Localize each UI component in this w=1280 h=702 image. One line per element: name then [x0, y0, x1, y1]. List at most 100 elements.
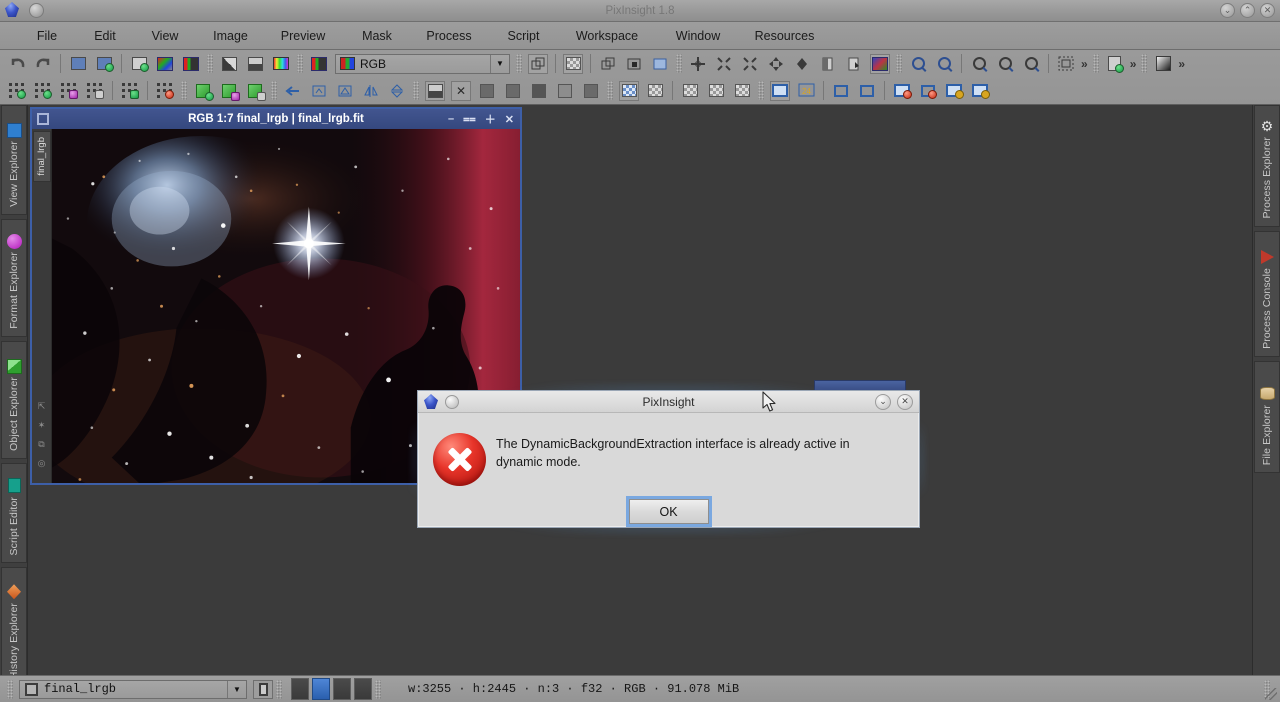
menu-resources[interactable]: Resources: [742, 26, 827, 46]
toolbar-grip[interactable]: [758, 81, 764, 100]
pan-tool-icon[interactable]: [792, 54, 812, 74]
swatch-1[interactable]: [477, 81, 497, 101]
window-radioactive-icon[interactable]: [944, 81, 964, 101]
new-document-icon[interactable]: [1105, 54, 1125, 74]
preview-tab-final-lrgb[interactable]: final_lrgb: [32, 131, 51, 182]
chevron-down-icon[interactable]: ▼: [490, 54, 509, 73]
target-circle-icon[interactable]: ◎: [38, 458, 46, 469]
new-preview-icon[interactable]: [129, 54, 149, 74]
toolbar-grip[interactable]: [271, 81, 277, 100]
menu-workspace[interactable]: Workspace: [562, 26, 652, 46]
alpha-3-icon[interactable]: [732, 81, 752, 101]
preview-delete-icon[interactable]: ✕: [451, 80, 471, 101]
sidebar-item-script-editor[interactable]: Script Editor: [1, 463, 27, 563]
rename-view-icon[interactable]: [68, 54, 88, 74]
zoom-fit-icon[interactable]: [714, 54, 734, 74]
zoom-out-icon[interactable]: [934, 54, 954, 74]
toolbar-overflow-chevron[interactable]: »: [1178, 57, 1185, 71]
window-cascade-icon[interactable]: [857, 81, 877, 101]
toolbar-overflow-chevron[interactable]: »: [1081, 57, 1088, 71]
menu-file[interactable]: File: [22, 26, 72, 46]
zoom-in-icon[interactable]: [908, 54, 928, 74]
binarize-icon[interactable]: [245, 54, 265, 74]
system-menu-button[interactable]: [29, 3, 44, 18]
new-image-window-icon[interactable]: [94, 54, 114, 74]
container-save-icon[interactable]: [219, 81, 240, 101]
arrow-left-icon[interactable]: [283, 81, 303, 101]
statusbar-grip[interactable]: [276, 679, 282, 699]
sidebar-item-file-explorer[interactable]: File Explorer: [1254, 361, 1280, 473]
redo-icon[interactable]: [33, 54, 53, 74]
screen-transfer-icon[interactable]: [770, 80, 790, 101]
move-tool-icon[interactable]: [688, 54, 708, 74]
zoom-fit-view-icon[interactable]: [995, 54, 1015, 74]
menu-process[interactable]: Process: [416, 26, 482, 46]
undo-icon[interactable]: [7, 54, 27, 74]
ok-button[interactable]: OK: [625, 496, 712, 527]
sidebar-item-format-explorer[interactable]: Format Explorer: [1, 219, 27, 337]
menu-preview[interactable]: Preview: [270, 26, 336, 46]
alpha-1-icon[interactable]: [680, 81, 700, 101]
sidebar-item-history-explorer[interactable]: History Explorer: [1, 567, 27, 687]
rgb-channels-icon[interactable]: [155, 54, 175, 74]
mask-overlay-icon[interactable]: [598, 54, 618, 74]
selection-tool-icon[interactable]: [1056, 54, 1076, 74]
rainbow-lut-icon[interactable]: [271, 54, 291, 74]
container-run-icon[interactable]: [193, 81, 214, 101]
instance-save-icon[interactable]: [120, 81, 140, 101]
mask-invert-icon[interactable]: [650, 54, 670, 74]
color-space-combo[interactable]: RGB ▼: [335, 53, 510, 74]
resize-grip[interactable]: [1265, 688, 1277, 700]
process-save-icon[interactable]: [59, 81, 79, 101]
toolbar-grip[interactable]: [896, 54, 902, 73]
image-window-system-icon[interactable]: [37, 113, 49, 125]
active-view-selector[interactable]: final_lrgb ▼: [19, 679, 247, 699]
toolbar-grip[interactable]: [1092, 54, 1099, 73]
zoom-one-to-one-icon[interactable]: [969, 54, 989, 74]
swatch-3[interactable]: [529, 81, 549, 101]
toolbar-grip[interactable]: [297, 54, 303, 73]
image-maximize-button[interactable]: ＋: [485, 111, 496, 127]
readout-probe-icon[interactable]: [309, 81, 329, 101]
mask-show-icon[interactable]: [624, 54, 644, 74]
image-minimize-button[interactable]: –: [448, 113, 454, 125]
duplicate-frame-icon[interactable]: ⧉: [38, 439, 44, 450]
zoom-collapse-icon[interactable]: [740, 54, 760, 74]
view-properties-button[interactable]: [253, 679, 273, 699]
zoom-expand-icon[interactable]: [766, 54, 786, 74]
menu-script[interactable]: Script: [496, 26, 551, 46]
window-close-icon[interactable]: [892, 81, 912, 101]
window-arrange-icon[interactable]: [831, 81, 851, 101]
menu-view[interactable]: View: [140, 26, 190, 46]
toolbar-grip[interactable]: [516, 54, 522, 73]
maximize-button[interactable]: ⌃: [1240, 3, 1255, 18]
sidebar-item-process-explorer[interactable]: Process Explorer ⚙: [1254, 105, 1280, 227]
window-export-icon[interactable]: [970, 81, 990, 101]
alpha-2-icon[interactable]: [706, 81, 726, 101]
image-close-button[interactable]: ✕: [505, 113, 514, 126]
workspace-2[interactable]: [312, 678, 330, 700]
toolbar-overflow-chevron[interactable]: »: [1130, 57, 1137, 71]
toolbar-grip[interactable]: [181, 81, 187, 100]
process-add-icon[interactable]: [33, 81, 53, 101]
split-rgb-icon[interactable]: [181, 54, 201, 74]
menu-mask[interactable]: Mask: [352, 26, 402, 46]
readout-right-icon[interactable]: [844, 54, 864, 74]
toolbar-grip[interactable]: [676, 54, 682, 73]
toolbar-grip[interactable]: [413, 81, 419, 100]
toolbar-grip[interactable]: [607, 81, 613, 100]
flip-horizontal-icon[interactable]: [361, 81, 381, 101]
swatch-4[interactable]: [555, 81, 575, 101]
color-preview-icon[interactable]: [870, 53, 890, 74]
container-edit-icon[interactable]: [245, 81, 266, 101]
fit-arrow-icon[interactable]: ⇱: [38, 401, 46, 412]
24-bit-mode-icon[interactable]: 24: [796, 81, 816, 101]
readout-preview-icon[interactable]: [335, 81, 355, 101]
dialog-minimize-button[interactable]: ⌄: [875, 393, 891, 410]
sidebar-item-process-console[interactable]: Process Console: [1254, 231, 1280, 357]
chevron-down-icon[interactable]: ▼: [227, 680, 246, 698]
window-close-all-icon[interactable]: [918, 81, 938, 101]
minimize-button[interactable]: ⌄: [1220, 3, 1235, 18]
readout-left-icon[interactable]: [818, 54, 838, 74]
sidebar-item-object-explorer[interactable]: Object Explorer: [1, 341, 27, 459]
